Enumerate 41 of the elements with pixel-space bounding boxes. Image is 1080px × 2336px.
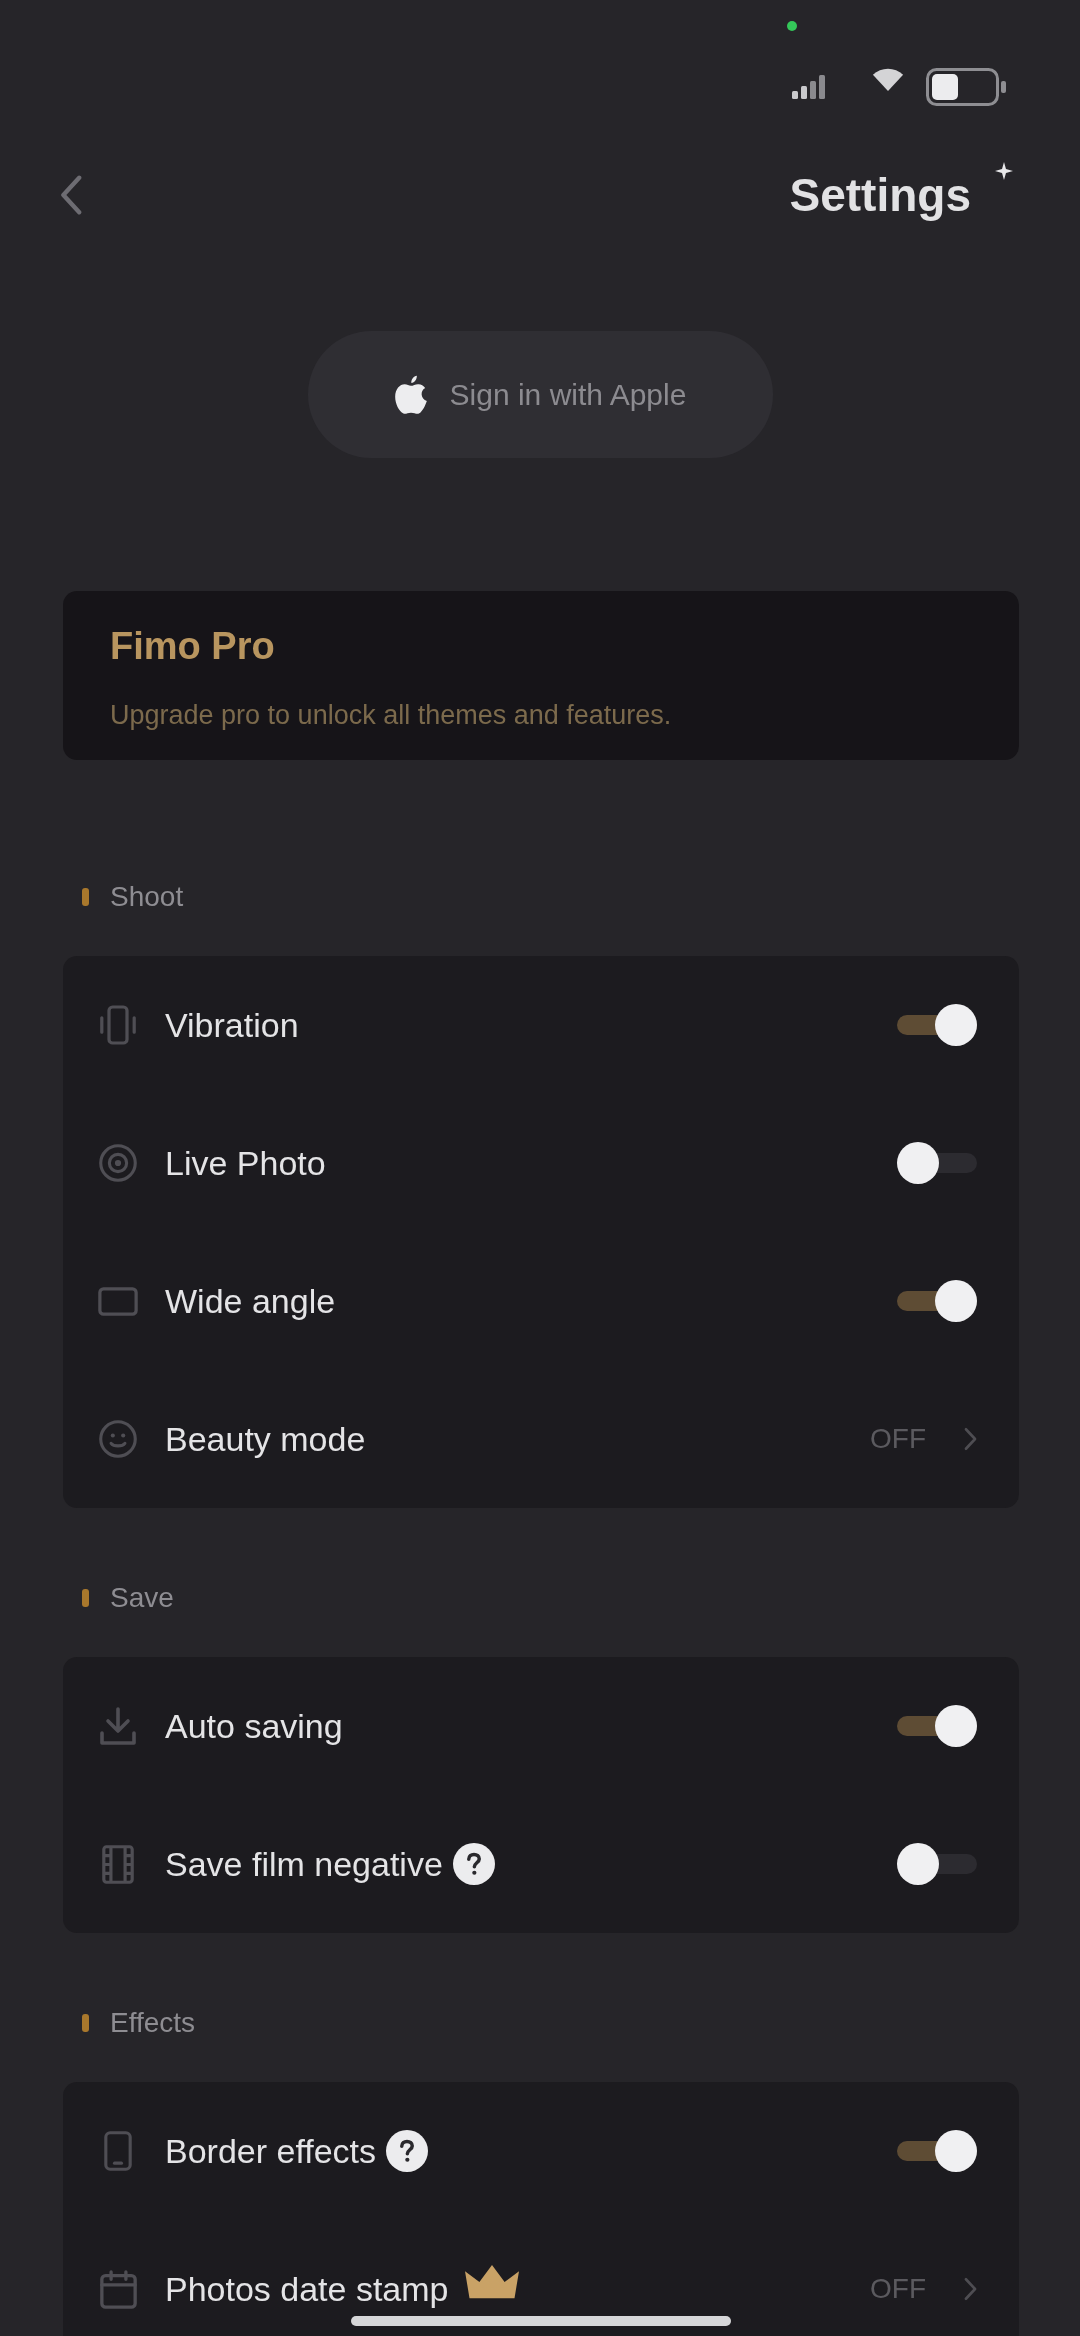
help-icon[interactable]: [452, 1843, 495, 1885]
section-title: Save: [110, 1582, 174, 1614]
battery-icon: [926, 67, 1006, 106]
back-button[interactable]: [60, 175, 82, 215]
pro-upgrade-card[interactable]: Fimo Pro Upgrade pro to unlock all themes and features.: [63, 591, 1019, 760]
signal-icon: [792, 74, 826, 99]
setting-label: Wide angle: [165, 1281, 336, 1321]
back-icon: [60, 175, 82, 215]
pro-description: Upgrade pro to unlock all themes and features.: [110, 699, 672, 732]
pro-title: Fimo Pro: [110, 624, 275, 669]
setting-label: Vibration: [165, 1005, 299, 1045]
vibration-icon: [100, 1005, 136, 1045]
download-icon: [100, 1707, 136, 1745]
section-marker-icon: [82, 2014, 89, 2032]
concentric-circles-icon: [99, 1144, 137, 1182]
help-icon[interactable]: [386, 2130, 429, 2172]
setting-label: Auto saving: [165, 1706, 343, 1746]
calendar-icon: [99, 2269, 137, 2309]
chevron-right-icon: [964, 2277, 977, 2301]
setting-label: Live Photo: [165, 1143, 326, 1183]
indicator-dot-icon: [787, 21, 797, 31]
setting-label: Border effects: [165, 2131, 377, 2171]
face-icon: [99, 1420, 137, 1458]
setting-label: Beauty mode: [165, 1419, 366, 1459]
sign-in-button[interactable]: Sign in with Apple: [307, 331, 773, 458]
film-icon: [102, 1844, 134, 1884]
setting-value: OFF: [870, 1423, 926, 1455]
section-title: Shoot: [110, 881, 184, 913]
wide-frame-icon: [98, 1286, 138, 1316]
section-marker-icon: [82, 1589, 89, 1607]
section-title: Effects: [110, 2007, 196, 2039]
setting-value: OFF: [870, 2273, 926, 2305]
sparkle-icon: [995, 162, 1013, 180]
page-title: Settings: [789, 168, 971, 222]
phone-frame-icon: [104, 2131, 132, 2171]
setting-label: Save film negative: [165, 1844, 443, 1884]
setting-label: Photos date stamp: [165, 2269, 449, 2309]
section-marker-icon: [82, 888, 89, 906]
chevron-right-icon: [964, 1427, 977, 1451]
wifi-icon: [871, 67, 905, 92]
apple-icon: [393, 374, 428, 415]
